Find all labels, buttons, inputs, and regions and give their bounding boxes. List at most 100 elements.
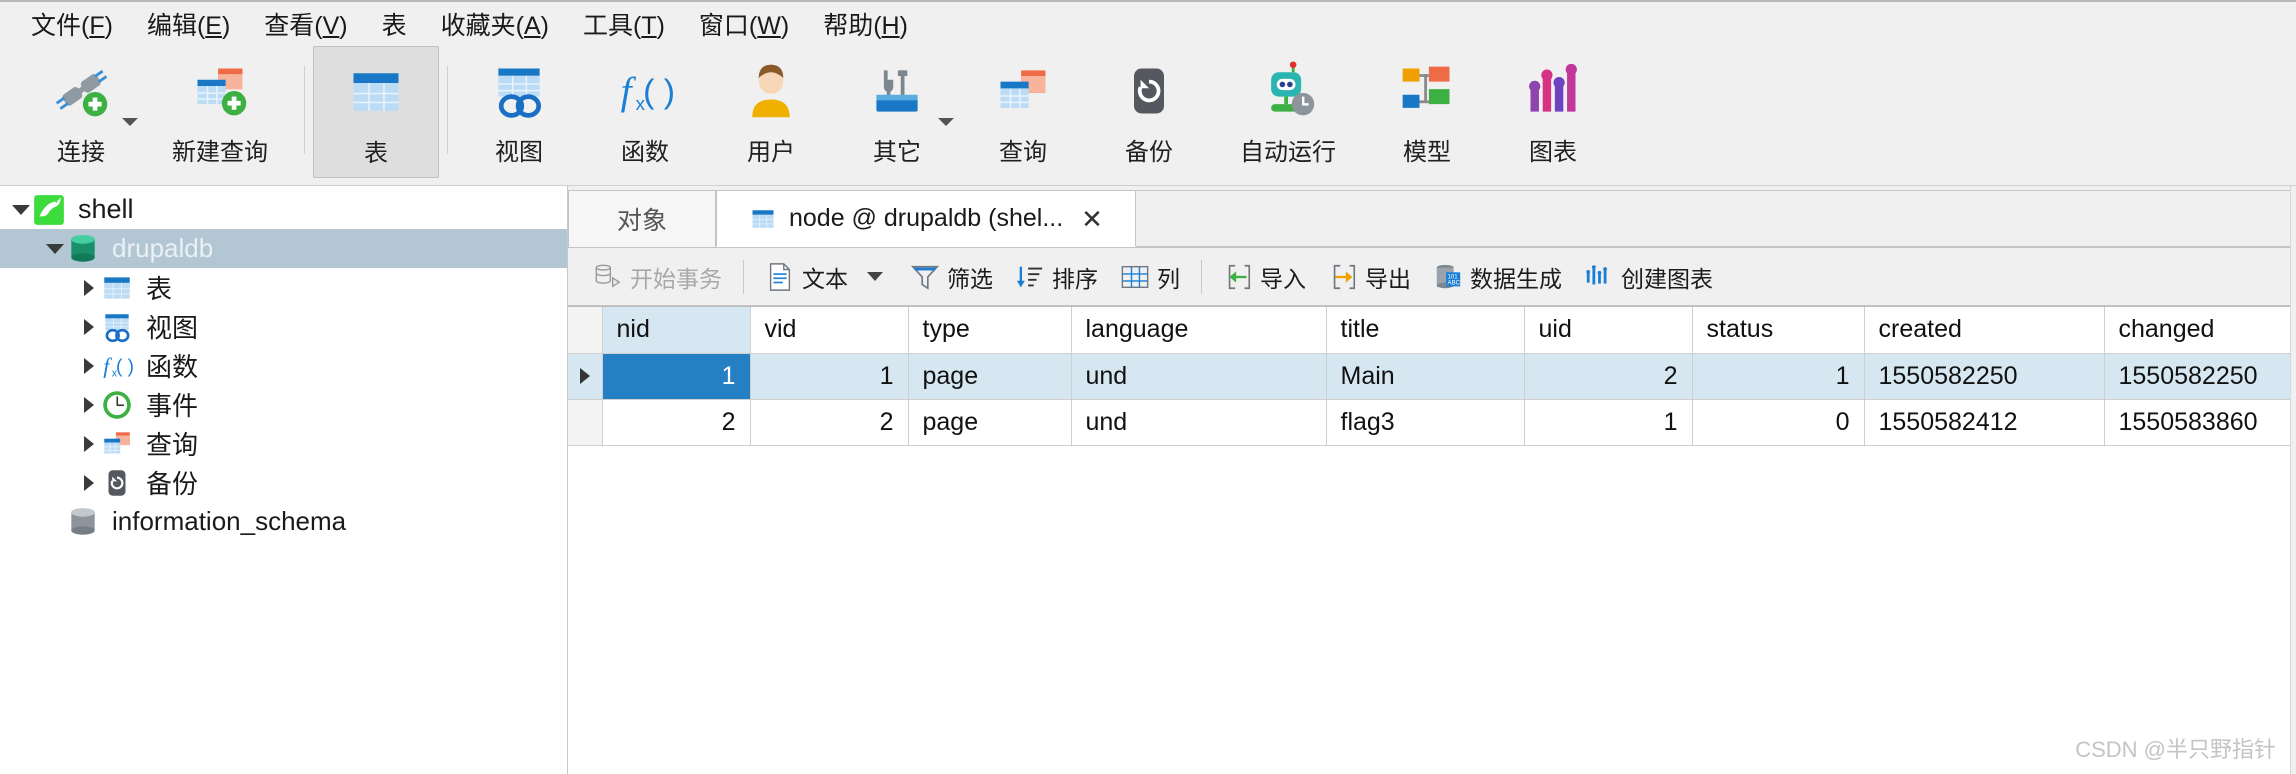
- column-header-language[interactable]: language: [1071, 307, 1327, 354]
- chevron-down-icon[interactable]: [938, 118, 954, 126]
- chevron-right-icon[interactable]: [78, 474, 100, 491]
- data-toolbar-label: 导入: [1260, 265, 1306, 292]
- tree-item-label: 事件: [146, 391, 199, 421]
- column-header-uid[interactable]: uid: [1524, 307, 1693, 354]
- toolbar-button-query[interactable]: 查询: [960, 46, 1086, 178]
- main-toolbar: 连接 新建查询 表 视图 f x( ) 函数 用户 其它 查询 备份 自动运行 模型 图表: [0, 46, 2296, 186]
- toolbar-separator: [447, 66, 448, 154]
- result-table[interactable]: nid vid type language title uid status created c…: [568, 307, 2296, 446]
- data-toolbar-filter[interactable]: 筛选: [899, 258, 1004, 296]
- connection-tree-sidebar[interactable]: shell drupaldb 表视图 f x( ) 函数事件 查询 备份 information…: [0, 186, 568, 774]
- toolbar-button-model[interactable]: 模型: [1364, 46, 1490, 178]
- vertical-scrollbar-track[interactable]: [2290, 186, 2296, 774]
- tree-item-shell[interactable]: shell: [0, 190, 567, 229]
- nav icat-main-window: 文件(F) 编辑(E) 查看(V) 表收藏夹(A) 工具(T) 窗口(W) 帮助(H) 连接…: [0, 0, 2296, 774]
- tree-item-查询[interactable]: 查询: [0, 424, 567, 463]
- data-toolbar-create-chart[interactable]: 创建图表: [1573, 258, 1724, 296]
- chevron-down-icon[interactable]: [44, 243, 66, 254]
- tree-item-函数[interactable]: f x( ) 函数: [0, 346, 567, 385]
- row-gutter-cell[interactable]: [568, 353, 603, 400]
- cell-type[interactable]: page: [908, 353, 1072, 400]
- chevron-right-icon[interactable]: [78, 279, 100, 296]
- toolbar-button-user[interactable]: 用户: [708, 46, 834, 178]
- tree-item-information_schema[interactable]: information_schema: [0, 502, 567, 541]
- cell-uid[interactable]: 2: [1524, 353, 1693, 400]
- cell-vid[interactable]: 2: [750, 399, 909, 446]
- data-grid[interactable]: nid vid type language title uid status created c…: [568, 306, 2296, 774]
- menu-tools[interactable]: 工具(T): [566, 4, 682, 44]
- cell-type[interactable]: page: [908, 399, 1072, 446]
- function-icon: f x( ): [100, 349, 134, 383]
- tree-item-drupaldb[interactable]: drupaldb: [0, 229, 567, 268]
- svg-text:f: f: [103, 353, 112, 378]
- data-toolbar-label: 导出: [1365, 265, 1411, 292]
- data-toolbar-text[interactable]: 文本: [754, 258, 859, 296]
- data-toolbar-import[interactable]: 导入: [1212, 258, 1317, 296]
- toolbar-button-label: 模型: [1403, 139, 1451, 166]
- toolbar-button-new-query[interactable]: 新建查询: [144, 46, 296, 178]
- menu-help[interactable]: 帮助(H): [806, 4, 925, 44]
- column-header-title[interactable]: title: [1326, 307, 1525, 354]
- data-toolbar-data-generation[interactable]: 101 ABC 数据生成: [1422, 258, 1573, 296]
- toolbar-button-table[interactable]: 表: [313, 46, 439, 178]
- close-icon[interactable]: ✕: [1081, 206, 1103, 232]
- data-toolbar-export[interactable]: 导出: [1317, 258, 1422, 296]
- column-header-changed[interactable]: changed: [2104, 307, 2296, 354]
- column-header-type[interactable]: type: [908, 307, 1072, 354]
- column-header-nid[interactable]: nid: [602, 307, 751, 354]
- cell-status[interactable]: 1: [1692, 353, 1865, 400]
- column-header-vid[interactable]: vid: [750, 307, 909, 354]
- table-row[interactable]: 1 1 page und Main 2 1 1550582250 1550582250: [568, 353, 2296, 400]
- row-gutter-cell[interactable]: [568, 399, 603, 446]
- data-toolbar-label: 开始事务: [630, 265, 722, 292]
- tab-node-drupaldb[interactable]: node @ drupaldb (shel... ✕: [716, 190, 1136, 247]
- cell-status[interactable]: 0: [1692, 399, 1865, 446]
- cell-language[interactable]: und: [1071, 353, 1327, 400]
- tree-item-表[interactable]: 表: [0, 268, 567, 307]
- cell-title[interactable]: Main: [1326, 353, 1525, 400]
- toolbar-button-automation[interactable]: 自动运行: [1212, 46, 1364, 178]
- cell-created[interactable]: 1550582412: [1864, 399, 2105, 446]
- data-toolbar-sort[interactable]: 排序: [1004, 258, 1109, 296]
- chevron-down-icon[interactable]: [10, 204, 32, 215]
- chevron-down-icon[interactable]: [122, 118, 138, 126]
- tree-item-事件[interactable]: 事件: [0, 385, 567, 424]
- chevron-right-icon[interactable]: [78, 318, 100, 335]
- chevron-right-icon[interactable]: [78, 396, 100, 413]
- cell-created[interactable]: 1550582250: [1864, 353, 2105, 400]
- cell-nid[interactable]: 1: [602, 353, 751, 400]
- toolbar-button-view[interactable]: 视图: [456, 46, 582, 178]
- cell-changed[interactable]: 1550583860: [2104, 399, 2296, 446]
- chevron-right-icon[interactable]: [78, 435, 100, 452]
- table-row[interactable]: 2 2 page und flag3 1 0 1550582412 1550583860: [568, 399, 2296, 446]
- tree-item-视图[interactable]: 视图: [0, 307, 567, 346]
- column-header-status[interactable]: status: [1692, 307, 1865, 354]
- toolbar-button-others[interactable]: 其它: [834, 46, 960, 178]
- cell-nid[interactable]: 2: [602, 399, 751, 446]
- main-body: shell drupaldb 表视图 f x( ) 函数事件 查询 备份 information…: [0, 186, 2296, 774]
- toolbar-button-backup[interactable]: 备份: [1086, 46, 1212, 178]
- cell-changed[interactable]: 1550582250: [2104, 353, 2296, 400]
- menu-edit[interactable]: 编辑(E): [130, 4, 247, 44]
- column-header-created[interactable]: created: [1864, 307, 2105, 354]
- toolbar-button-chart[interactable]: 图表: [1490, 46, 1616, 178]
- table-body[interactable]: 1 1 page und Main 2 1 1550582250 1550582250 2 2 pag…: [568, 353, 2296, 446]
- tab-object[interactable]: 对象: [568, 190, 716, 247]
- menu-window[interactable]: 窗口(W): [682, 4, 806, 44]
- tree-item-备份[interactable]: 备份: [0, 463, 567, 502]
- toolbar-button-label: 新建查询: [172, 139, 268, 166]
- toolbar-button-function[interactable]: f x( ) 函数: [582, 46, 708, 178]
- cell-title[interactable]: flag3: [1326, 399, 1525, 446]
- menu-view[interactable]: 查看(V): [247, 4, 364, 44]
- cell-vid[interactable]: 1: [750, 353, 909, 400]
- chevron-down-icon[interactable]: [867, 272, 883, 281]
- toolbar-button-connection[interactable]: 连接: [18, 46, 144, 178]
- cell-language[interactable]: und: [1071, 399, 1327, 446]
- data-toolbar-columns[interactable]: 列: [1109, 258, 1191, 296]
- menu-table[interactable]: 表: [365, 4, 424, 44]
- automation-icon: [1258, 60, 1318, 122]
- menu-file[interactable]: 文件(F): [14, 4, 130, 44]
- menu-favorites[interactable]: 收藏夹(A): [424, 4, 566, 44]
- chevron-right-icon[interactable]: [78, 357, 100, 374]
- cell-uid[interactable]: 1: [1524, 399, 1693, 446]
